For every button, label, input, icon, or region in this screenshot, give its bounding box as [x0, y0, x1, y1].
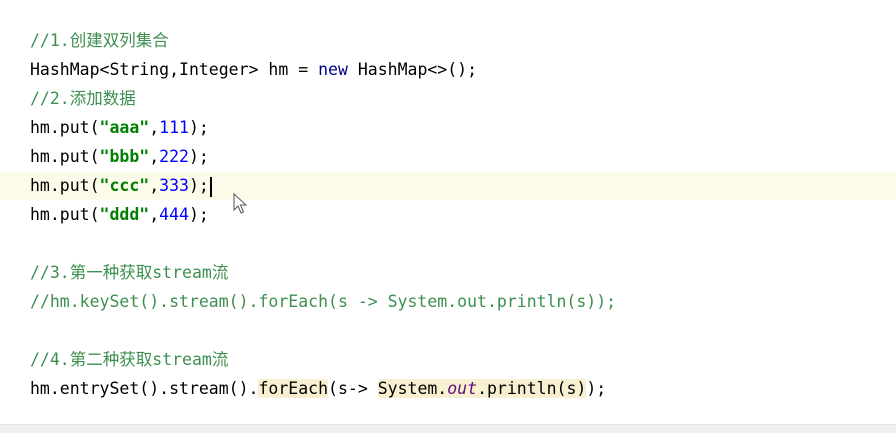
- code-token: 444: [159, 205, 189, 224]
- code-token: .println(s): [477, 379, 587, 398]
- editor-bottom-scrollbar[interactable]: [0, 424, 896, 433]
- code-token: stream: [152, 263, 212, 282]
- text-caret: [209, 176, 212, 197]
- code-line[interactable]: hm.put("ddd",444);: [0, 201, 896, 229]
- code-line[interactable]: //1.创建双列集合: [0, 27, 896, 55]
- code-line[interactable]: hm.put("bbb",222);: [0, 143, 896, 171]
- code-token: "ccc": [99, 176, 150, 195]
- code-line-text: hm.put("bbb",222);: [30, 143, 209, 171]
- code-token: 添加数据: [69, 89, 136, 108]
- code-token: 第一种获取: [69, 263, 153, 282]
- code-token: //4.: [30, 350, 70, 369]
- code-token: );: [188, 147, 209, 166]
- code-line-text: //2.添加数据: [30, 85, 136, 113]
- code-token: );: [188, 176, 209, 195]
- code-token: "ddd": [99, 205, 150, 224]
- code-token: forEach: [258, 379, 329, 398]
- code-token: //2.: [30, 89, 70, 108]
- code-token: );: [586, 379, 607, 398]
- code-line[interactable]: //hm.keySet().stream().forEach(s -> Syst…: [0, 288, 896, 316]
- code-line-text: //3.第一种获取stream流: [30, 259, 228, 287]
- code-line-text: hm.put("ccc",333);: [30, 172, 212, 200]
- code-token: stream: [152, 350, 212, 369]
- code-token: new: [318, 60, 348, 79]
- code-token: 111: [159, 118, 189, 137]
- code-token: 创建双列集合: [69, 31, 169, 50]
- code-token: hm.put(: [30, 118, 100, 137]
- code-token: );: [188, 205, 209, 224]
- code-token: ,: [149, 118, 160, 137]
- code-editor[interactable]: //1.创建双列集合 HashMap<String,Integer> hm = n…: [0, 0, 896, 433]
- code-line[interactable]: hm.put("aaa",111);: [0, 114, 896, 142]
- code-line-text: //4.第二种获取stream流: [30, 346, 228, 374]
- mouse-pointer-icon: [233, 193, 247, 214]
- code-line[interactable]: //4.第二种获取stream流: [0, 346, 896, 374]
- code-token: ,: [149, 205, 160, 224]
- code-line[interactable]: [0, 230, 896, 258]
- code-line-text: hm.put("aaa",111);: [30, 114, 209, 142]
- code-line-text: hm.put("ddd",444);: [30, 201, 209, 229]
- code-line-text: //hm.keySet().stream().forEach(s -> Syst…: [30, 288, 616, 316]
- code-token: hm.put(: [30, 176, 100, 195]
- code-token: 流: [211, 350, 229, 369]
- code-line[interactable]: HashMap<String,Integer> hm = new HashMap…: [0, 56, 896, 84]
- code-token: HashMap<String,Integer> hm =: [30, 60, 319, 79]
- code-token: 222: [159, 147, 189, 166]
- code-token: (s->: [328, 379, 378, 398]
- code-token: System.: [377, 379, 448, 398]
- code-token: 333: [159, 176, 189, 195]
- code-token: //1.: [30, 31, 70, 50]
- code-token: out: [447, 379, 478, 398]
- code-token: ,: [149, 176, 160, 195]
- code-token: hm.put(: [30, 205, 100, 224]
- code-line[interactable]: //2.添加数据: [0, 85, 896, 113]
- code-token: "aaa": [99, 118, 150, 137]
- code-token: "bbb": [99, 147, 150, 166]
- code-token: //3.: [30, 263, 70, 282]
- code-line-text: hm.entrySet().stream().forEach(s-> Syste…: [30, 375, 606, 403]
- code-token: HashMap<>();: [347, 60, 478, 79]
- code-line-text: //1.创建双列集合: [30, 27, 169, 55]
- code-token: );: [188, 118, 209, 137]
- code-token: //hm.keySet().stream().forEach(s -> Syst…: [30, 292, 617, 311]
- code-token: ,: [149, 147, 160, 166]
- code-line[interactable]: [0, 317, 896, 345]
- code-token: 流: [211, 263, 229, 282]
- code-line[interactable]: hm.entrySet().stream().forEach(s-> Syste…: [0, 375, 896, 403]
- current-code-line[interactable]: hm.put("ccc",333);: [0, 172, 896, 200]
- code-token: hm.put(: [30, 147, 100, 166]
- code-token: hm.entrySet().stream().: [30, 379, 259, 398]
- code-token: 第二种获取: [69, 350, 153, 369]
- code-line[interactable]: //3.第一种获取stream流: [0, 259, 896, 287]
- code-line-text: HashMap<String,Integer> hm = new HashMap…: [30, 56, 477, 84]
